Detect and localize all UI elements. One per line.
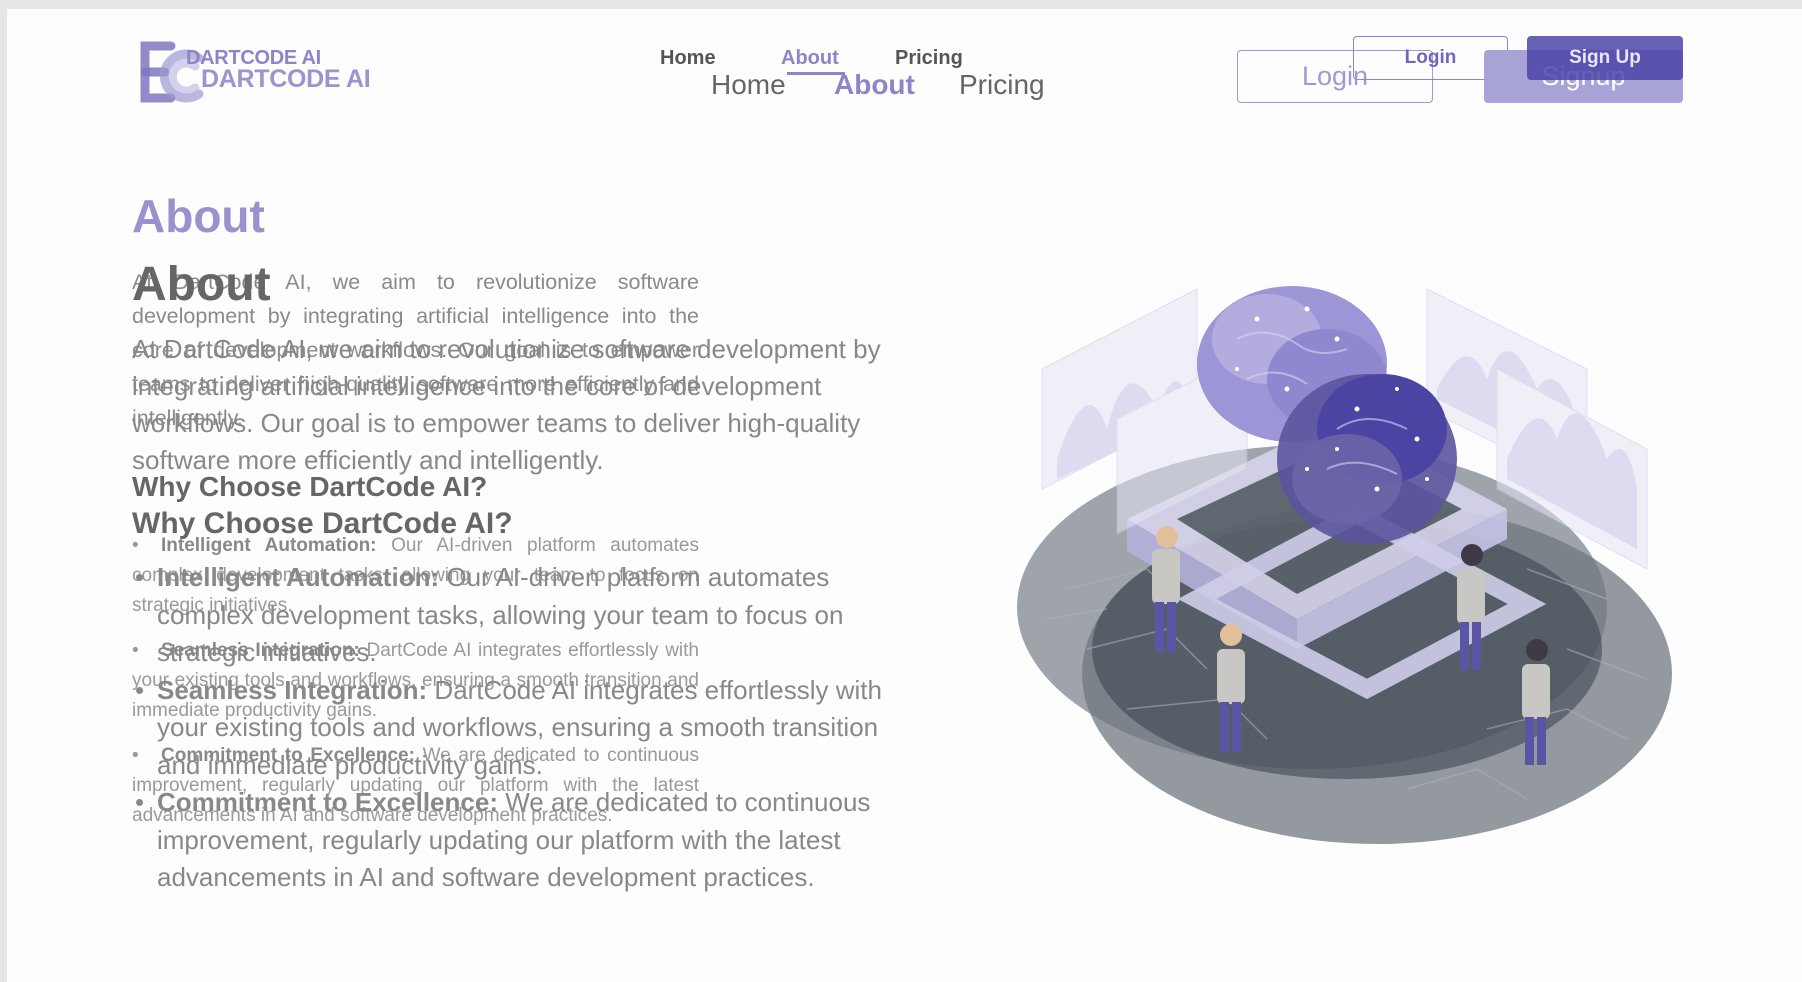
list-item: Commitment to Excellence: We are dedicat… xyxy=(135,784,917,897)
about-title-small: About xyxy=(132,190,265,242)
about-body-big: At DartCode AI, we aim to revolutionize … xyxy=(132,334,881,475)
list-item: Seamless Integration: DartCode AI integr… xyxy=(135,672,917,785)
nav-about-big[interactable]: About xyxy=(834,69,915,101)
page-frame: DARTCODE AI DARTCODE AI Home About Prici… xyxy=(7,9,1802,982)
nav-pricing-small[interactable]: Pricing xyxy=(895,47,963,70)
why-list-big: Intelligent Automation: Our AI-driven pl… xyxy=(135,559,917,897)
nav-home-big[interactable]: Home xyxy=(711,69,786,101)
brand-name-big[interactable]: DARTCODE AI xyxy=(201,65,371,94)
about-title-big: About xyxy=(132,258,271,311)
nav-pricing-big[interactable]: Pricing xyxy=(959,69,1045,101)
ai-brain-illustration xyxy=(1017,286,1672,844)
nav-home-small[interactable]: Home xyxy=(660,47,716,70)
signup-button-small[interactable]: Sign Up xyxy=(1527,36,1683,80)
list-item: Intelligent Automation: Our AI-driven pl… xyxy=(135,559,917,672)
why-title-small: Why Choose DartCode AI? xyxy=(132,471,488,502)
nav-about-small[interactable]: About xyxy=(781,47,839,70)
